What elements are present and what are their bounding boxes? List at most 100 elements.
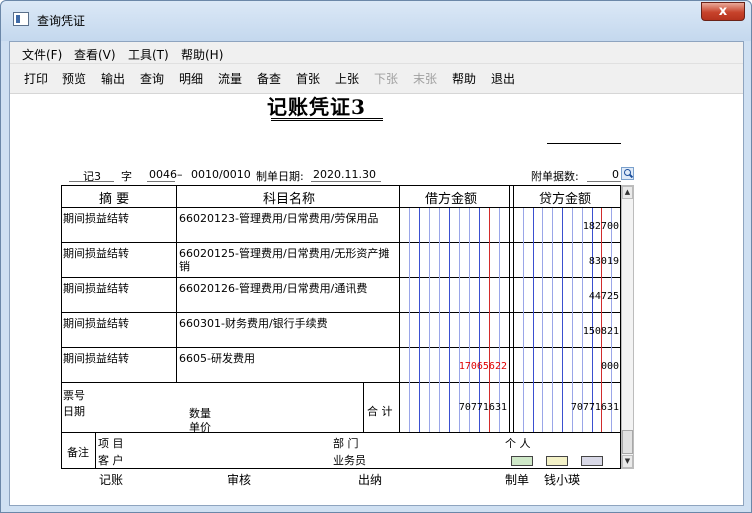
print-button[interactable]: 打印 [24, 70, 48, 87]
project-label: 项 目 [98, 437, 124, 450]
footer-preparer: 制单 [505, 473, 530, 487]
toolbar: 打印 预览 输出 查询 明细 流量 备查 首张 上张 下张 末张 帮助 退出 [10, 64, 743, 94]
row-5-summary[interactable]: 期间损益结转 [63, 350, 129, 366]
voucher-dash: – [177, 168, 183, 181]
exit-button[interactable]: 退出 [491, 70, 515, 87]
row-1-account[interactable]: 66020123-管理费用/日常费用/劳保用品 [179, 210, 378, 226]
row-5-credit[interactable]: 000 [561, 361, 619, 372]
footer-review: 审核 [227, 473, 252, 487]
window-title: 查询凭证 [37, 14, 86, 28]
voucher-date[interactable]: 2020.11.30 [313, 168, 376, 181]
header-summary: 摘 要 [99, 192, 130, 207]
total-debit: 70771631 [458, 402, 507, 413]
menu-tools[interactable]: 工具(T) [128, 46, 169, 63]
row-3-account[interactable]: 66020126-管理费用/日常费用/通讯费 [179, 280, 367, 296]
row-3-summary[interactable]: 期间损益结转 [63, 280, 129, 296]
menu-file[interactable]: 文件(F) [22, 46, 62, 63]
bottom-line [61, 468, 621, 469]
help-button[interactable]: 帮助 [452, 70, 476, 87]
price-label: 单价 [189, 421, 211, 434]
date-field-label: 日期 [63, 405, 85, 418]
sum-label: 合 计 [367, 405, 393, 418]
row-2-credit[interactable]: 83019 [561, 256, 619, 267]
tool-icon[interactable] [581, 456, 603, 466]
menu-bar: 文件(F) 查看(V) 工具(T) 帮助(H) [10, 42, 743, 64]
date-label: 制单日期: [256, 170, 304, 183]
col-line [509, 185, 510, 432]
voucher-number[interactable]: 0046 [149, 168, 177, 181]
row-5-account[interactable]: 6605-研发费用 [179, 350, 255, 366]
query-button[interactable]: 查询 [140, 70, 164, 87]
row-line [61, 277, 621, 278]
scroll-up-icon[interactable]: ▲ [622, 186, 633, 199]
header-account: 科目名称 [263, 192, 316, 207]
footer-cashier: 出纳 [358, 473, 383, 487]
next-button[interactable]: 下张 [374, 70, 398, 87]
remarks-label: 备注 [67, 446, 89, 459]
ticket-label: 票号 [63, 389, 85, 402]
close-button[interactable]: x [701, 2, 745, 21]
row-line [61, 312, 621, 313]
check-button[interactable]: 备查 [257, 70, 281, 87]
row-5-debit[interactable]: 17065622 [441, 361, 507, 372]
header-debit: 借方金额 [425, 192, 478, 207]
row-line [61, 242, 621, 243]
header-credit: 贷方金额 [539, 192, 592, 207]
contact-icon[interactable] [546, 456, 568, 466]
attach-label: 附单据数: [531, 170, 579, 183]
row-4-credit[interactable]: 150821 [561, 326, 619, 337]
first-button[interactable]: 首张 [296, 70, 320, 87]
row-2-account[interactable]: 66020125-管理费用/日常费用/无形资产摊 [179, 245, 389, 261]
number-underline [147, 181, 175, 182]
col-line [399, 185, 400, 432]
row-line [61, 347, 621, 348]
title-rule [547, 143, 621, 144]
dept-label: 部 门 [333, 437, 359, 450]
app-icon [13, 12, 29, 26]
flow-button[interactable]: 流量 [218, 70, 242, 87]
attach-underline [587, 181, 621, 182]
voucher-title: 记账凭证3 [267, 95, 366, 119]
customer-label: 客 户 [98, 454, 124, 467]
row-4-account[interactable]: 660301-财务费用/银行手续费 [179, 315, 328, 331]
last-button[interactable]: 末张 [413, 70, 437, 87]
col-line [363, 382, 364, 432]
search-icon[interactable] [621, 167, 634, 180]
salesman-label: 业务员 [333, 454, 366, 467]
scroll-thumb[interactable] [622, 430, 633, 454]
title-underline [271, 118, 383, 121]
footer-preparer-name: 钱小瑛 [544, 473, 581, 487]
total-line [61, 432, 621, 433]
prev-button[interactable]: 上张 [335, 70, 359, 87]
row-1-summary[interactable]: 期间损益结转 [63, 210, 129, 226]
row-2-account-wrap: 销 [179, 260, 190, 273]
title-bar: 查询凭证 x [1, 1, 751, 41]
app-window: 查询凭证 x 文件(F) 查看(V) 工具(T) 帮助(H) 打印 预览 输出 … [0, 0, 752, 513]
export-button[interactable]: 输出 [101, 70, 125, 87]
attach-count[interactable]: 0 [612, 168, 619, 181]
voucher-page: 0010/0010 [191, 168, 251, 181]
detail-button[interactable]: 明细 [179, 70, 203, 87]
col-line [513, 185, 514, 432]
row-2-summary[interactable]: 期间损益结转 [63, 245, 129, 261]
card-icon[interactable] [511, 456, 533, 466]
menu-help[interactable]: 帮助(H) [181, 46, 223, 63]
voucher-zi: 字 [121, 170, 132, 183]
row-1-credit[interactable]: 182700 [561, 221, 619, 232]
vertical-scrollbar[interactable]: ▲ ▼ [621, 185, 634, 469]
scroll-down-icon[interactable]: ▼ [622, 455, 633, 468]
type-underline [69, 181, 114, 182]
col-line [95, 432, 96, 468]
preview-button[interactable]: 预览 [62, 70, 86, 87]
footer-bookkeeper: 记账 [99, 473, 124, 487]
date-underline [311, 181, 381, 182]
menu-view[interactable]: 查看(V) [74, 46, 116, 63]
total-credit: 70771631 [570, 402, 619, 413]
row-4-summary[interactable]: 期间损益结转 [63, 315, 129, 331]
header-line [61, 207, 621, 208]
row-line [61, 382, 621, 383]
voucher-table [61, 185, 621, 469]
row-3-credit[interactable]: 44725 [561, 291, 619, 302]
col-line [176, 185, 177, 383]
person-label: 个 人 [505, 437, 531, 450]
